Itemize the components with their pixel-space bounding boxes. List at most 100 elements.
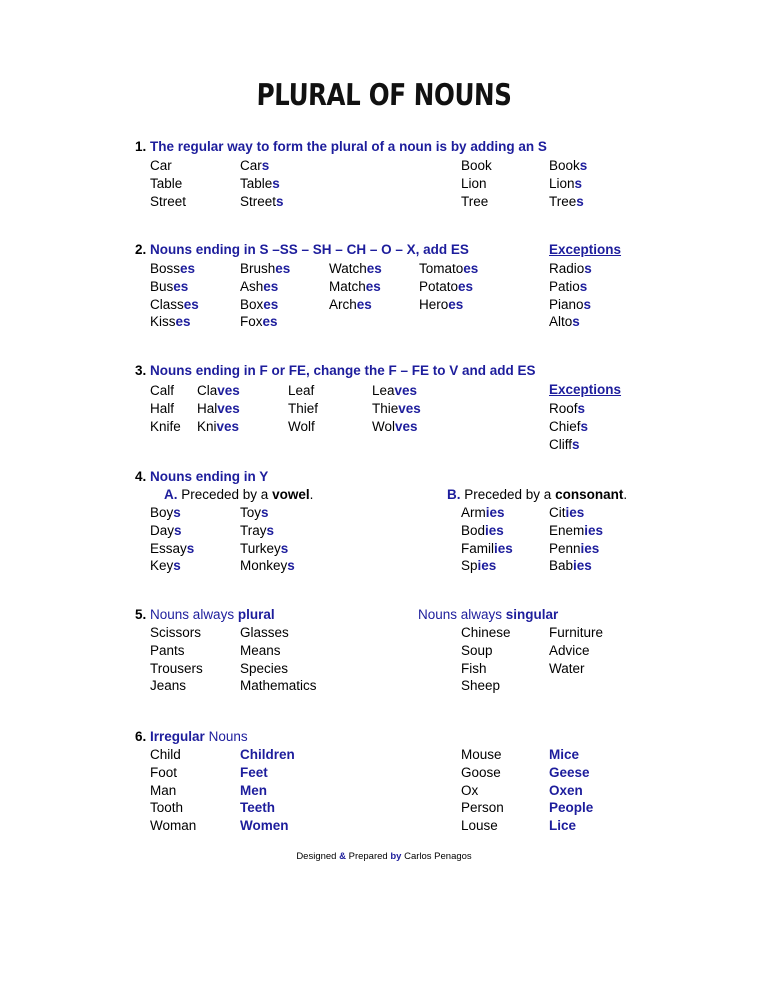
section-4-sublabel-a: A. Preceded by a vowel. — [164, 487, 313, 503]
word: Tables — [240, 175, 280, 191]
word: Books — [549, 158, 588, 173]
sublabel-b-letter: B. — [447, 487, 461, 502]
word: Fish — [461, 660, 487, 676]
word: Keys — [150, 558, 181, 574]
sublabel-b-emphasis: consonant — [555, 487, 624, 502]
word: Brushes — [240, 261, 291, 276]
word: Feet — [240, 764, 268, 780]
word: Trees — [549, 193, 584, 209]
word: Knife — [150, 418, 181, 434]
section-2-exceptions-label: Exceptions — [549, 242, 622, 257]
word: Advice — [549, 642, 590, 658]
section-3-heading-text: Nouns ending in F or FE, change the F – … — [150, 363, 536, 378]
word: Roofs — [549, 401, 586, 416]
word: Lion — [461, 175, 487, 191]
word: Knives — [197, 418, 240, 434]
word: People — [549, 800, 594, 816]
word: Days — [150, 522, 182, 538]
word: Tree — [461, 193, 489, 209]
word: Geese — [549, 764, 590, 780]
word: Wolves — [372, 418, 418, 434]
word: Table — [150, 175, 183, 191]
section-3-exceptions-label: Exceptions — [549, 382, 622, 397]
section-6-heading-rest: Nouns — [204, 729, 248, 744]
section-2-heading: 2. Nouns ending in S –SS – SH – CH – O –… — [135, 242, 469, 258]
section-6-column-2: Children Feet Men Teeth Women — [240, 746, 295, 835]
section-3-column-3: Leaf Thief Wolf — [288, 382, 318, 435]
word: Teeth — [240, 800, 276, 816]
sublabel-b-text-before: Preceded by a — [460, 487, 556, 502]
sublabel-a-letter: A. — [164, 487, 178, 502]
footer-credit: Designed & Prepared by Carlos Penagos — [0, 851, 768, 862]
section-2-column-4: Tomatoes Potatoes Heroes — [419, 260, 478, 313]
section-4-column-3: Armies Bodies Families Spies — [461, 504, 513, 575]
section-5-heading-left-text: Nouns always — [150, 607, 238, 622]
section-5-heading-right: Nouns always singular — [418, 607, 558, 623]
section-1-heading: 1. The regular way to form the plural of… — [135, 139, 547, 155]
word: Armies — [461, 505, 505, 520]
word: Monkeys — [240, 558, 295, 574]
word: Person — [461, 800, 504, 816]
word: Streets — [240, 193, 284, 209]
word: Cars — [240, 158, 270, 173]
footer-part2: Prepared — [345, 851, 391, 862]
section-5-column-2: Glasses Means Species Mathematics — [240, 624, 317, 695]
section-5-column-3: Chinese Soup Fish Sheep — [461, 624, 511, 695]
sublabel-a-text-after: . — [309, 487, 314, 502]
word: Lions — [549, 175, 583, 191]
sublabel-a-text-before: Preceded by a — [177, 487, 273, 502]
word: Book — [461, 158, 492, 173]
word: Water — [549, 660, 585, 676]
word: Kisses — [150, 314, 191, 330]
footer-part1: Designed — [296, 851, 340, 862]
section-3-column-4: Leaves Thieves Wolves — [372, 382, 421, 435]
word: Woman — [150, 818, 197, 834]
word: Leaf — [288, 383, 315, 398]
section-5-heading-left: 5. Nouns always plural — [135, 607, 275, 623]
word: Foot — [150, 764, 178, 780]
section-2-column-2: Brushes Ashes Boxes Foxes — [240, 260, 290, 331]
word: Means — [240, 642, 281, 658]
section-1-number: 1. — [135, 139, 147, 154]
word: Mathematics — [240, 678, 317, 694]
section-4-column-2: Toys Trays Turkeys Monkeys — [240, 504, 295, 575]
word: Mouse — [461, 747, 502, 762]
section-5-column-4: Furniture Advice Water — [549, 624, 603, 677]
section-6-heading-emphasis: Irregular — [150, 729, 205, 744]
word: Claves — [197, 383, 240, 398]
word: Radios — [549, 261, 592, 276]
section-3-column-2: Claves Halves Knives — [197, 382, 240, 435]
section-6-heading: 6. Irregular Nouns — [135, 729, 248, 745]
section-5-number: 5. — [135, 607, 147, 622]
section-5-column-1: Scissors Pants Trousers Jeans — [150, 624, 203, 695]
footer-ampersand: & — [339, 851, 346, 862]
document-page: PLURAL OF NOUNS 1. The regular way to fo… — [0, 0, 768, 994]
word: Spies — [461, 558, 497, 574]
word: Chinese — [461, 625, 511, 640]
word: Calf — [150, 383, 175, 398]
word: Half — [150, 400, 175, 416]
section-6-number: 6. — [135, 729, 147, 744]
word: Heroes — [419, 296, 464, 312]
word: Trays — [240, 522, 275, 538]
section-5-heading-right-emphasis: singular — [505, 607, 559, 622]
word: Men — [240, 782, 267, 798]
footer-by: by — [390, 851, 402, 862]
section-2-exceptions-column: Radios Patios Pianos Altos — [549, 260, 592, 331]
footer-part3: Carlos Penagos — [401, 851, 472, 862]
word: Essays — [150, 540, 195, 556]
word: Families — [461, 540, 513, 556]
word: Louse — [461, 818, 498, 834]
word: Tomatoes — [419, 261, 479, 276]
word: Goose — [461, 764, 501, 780]
word: Street — [150, 193, 187, 209]
word: Cliffs — [549, 436, 580, 452]
word: Pennies — [549, 540, 600, 556]
word: Wolf — [288, 418, 315, 434]
word: Toys — [240, 505, 269, 520]
word: Furniture — [549, 625, 604, 640]
section-2-column-3: Watches Matches Arches — [329, 260, 382, 313]
word: Jeans — [150, 678, 187, 694]
section-6-column-1: Child Foot Man Tooth Woman — [150, 746, 196, 835]
word: Patios — [549, 278, 588, 294]
